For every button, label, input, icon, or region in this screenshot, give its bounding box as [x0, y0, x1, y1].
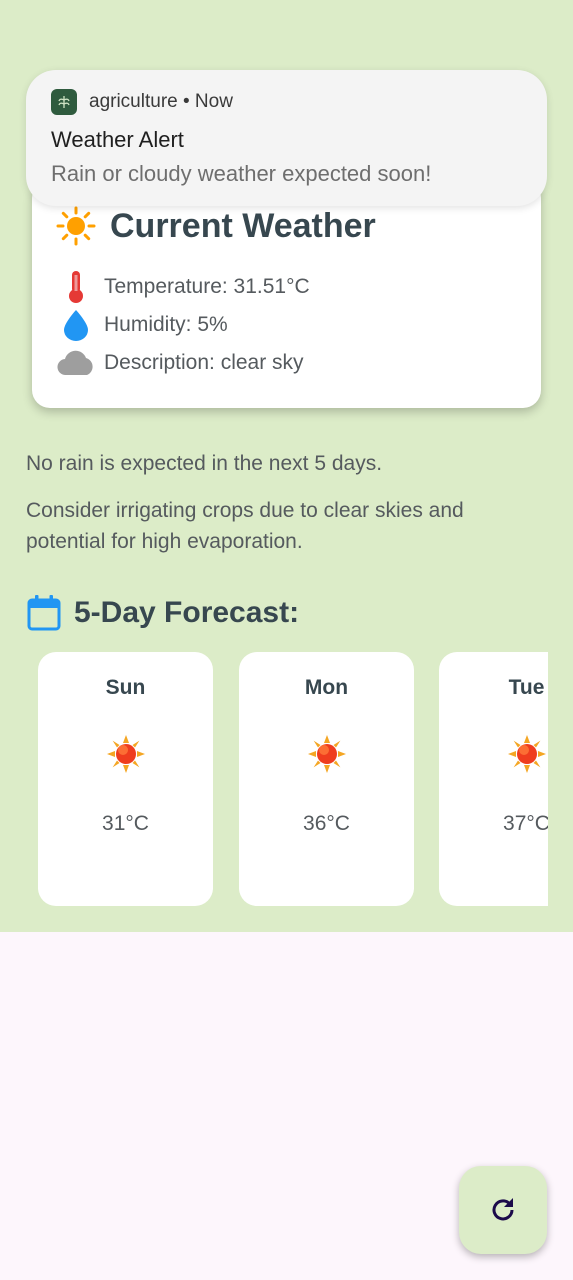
forecast-card[interactable]: Mon 36°C [239, 652, 414, 906]
irrigation-advice: Consider irrigating crops due to clear s… [26, 499, 464, 553]
current-weather-title: Current Weather [110, 206, 376, 245]
weather-alert-notification[interactable]: agriculture • Now Weather Alert Rain or … [26, 70, 547, 206]
description-row: Description: clear sky [56, 346, 304, 380]
notification-body: Rain or cloudy weather expected soon! [51, 161, 432, 186]
temperature-row: Temperature: 31.51°C [56, 270, 310, 304]
humidity-row: Humidity: 5% [56, 308, 228, 342]
calendar-icon [27, 595, 61, 631]
sun-icon [56, 206, 96, 246]
cloud-icon [56, 346, 96, 380]
rain-message: No rain is expected in the next 5 days. [26, 452, 383, 475]
temperature-text: Temperature: 31.51°C [104, 275, 310, 298]
sun-icon [308, 735, 346, 773]
sun-icon [107, 735, 145, 773]
notification-header: agriculture • Now [89, 91, 233, 113]
notification-time: • Now [177, 91, 233, 112]
forecast-header: 5-Day Forecast: [26, 594, 299, 632]
forecast-card[interactable]: Tue 37°C [439, 652, 548, 906]
sun-icon [508, 735, 546, 773]
current-weather-card: Current Weather Temperature: 31.51°C Hum… [32, 180, 541, 408]
refresh-button[interactable] [459, 1166, 547, 1254]
agriculture-app-icon [51, 89, 77, 115]
thermometer-icon [56, 270, 96, 304]
forecast-list[interactable]: Sun 31°C Mon 36°C Tue 37°C [38, 652, 548, 908]
notification-title: Weather Alert [51, 127, 184, 152]
notification-app-name: agriculture [89, 91, 178, 112]
water-drop-icon [56, 308, 96, 342]
humidity-text: Humidity: 5% [104, 313, 228, 336]
refresh-icon [492, 1198, 514, 1221]
forecast-title: 5-Day Forecast: [74, 596, 300, 629]
forecast-temp: 37°C [503, 812, 548, 835]
forecast-day: Sun [105, 676, 146, 699]
forecast-day: Mon [304, 676, 349, 699]
forecast-card[interactable]: Sun 31°C [38, 652, 213, 906]
forecast-temp: 31°C [102, 812, 149, 835]
description-text: Description: clear sky [104, 351, 304, 374]
forecast-temp: 36°C [303, 812, 350, 835]
forecast-day: Tue [508, 676, 545, 699]
current-weather-header: Current Weather [56, 206, 376, 246]
